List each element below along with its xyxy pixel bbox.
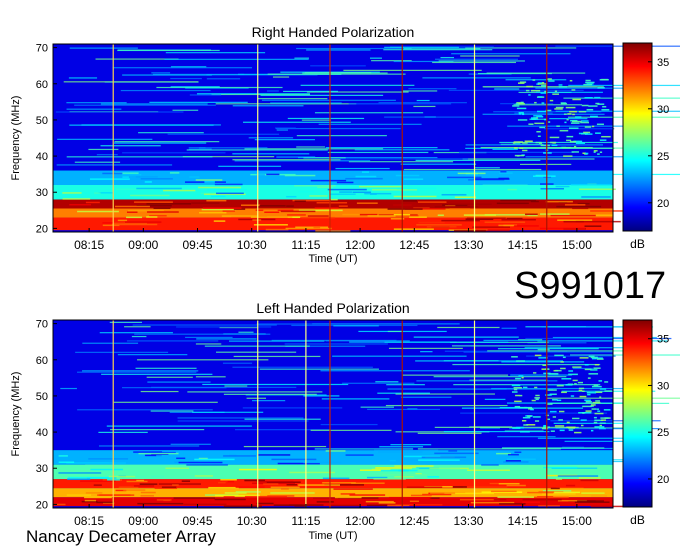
y-tick-label: 20 bbox=[36, 223, 48, 235]
colorbar: 20 25 30 35 dB bbox=[622, 42, 669, 251]
x-axis-label: Time (UT) bbox=[308, 530, 357, 542]
y-tick-label: 20 bbox=[36, 499, 48, 511]
y-tick-label: 40 bbox=[36, 151, 48, 163]
left-polarization-panel: Left Handed Polarization08:15 09:00 09:45 1… bbox=[10, 300, 680, 542]
colorbar-gradient bbox=[622, 42, 653, 232]
x-tick-label: 10:30 bbox=[237, 238, 267, 252]
colorbar-unit: dB bbox=[630, 237, 645, 251]
instrument-label: Nancay Decameter Array bbox=[26, 527, 216, 546]
emission-band bbox=[53, 185, 613, 200]
x-tick-label: 11:15 bbox=[291, 238, 320, 252]
colorbar-tick-label: 20 bbox=[657, 474, 669, 486]
y-axis-label: Frequency (MHz) bbox=[10, 96, 22, 181]
colorbar-tick-label: 25 bbox=[657, 427, 669, 439]
colorbar-unit: dB bbox=[630, 513, 645, 527]
x-tick-label: 08:15 bbox=[74, 238, 104, 252]
y-tick-label: 30 bbox=[36, 187, 48, 199]
x-tick-label: 13:30 bbox=[453, 238, 483, 252]
colorbar-tick-label: 30 bbox=[657, 104, 669, 116]
colorbar-tick-label: 25 bbox=[657, 151, 669, 163]
observation-id: S991017 bbox=[514, 265, 667, 307]
colorbar-gradient bbox=[622, 319, 653, 508]
y-tick-label: 50 bbox=[36, 391, 48, 403]
spectrogram-area bbox=[53, 44, 680, 232]
x-tick-label: 13:30 bbox=[453, 514, 483, 528]
spectrogram-area bbox=[53, 320, 680, 508]
right-polarization-panel: Right Handed Polarization 08:15 09:00 09:45… bbox=[10, 24, 680, 265]
colorbar-tick-label: 20 bbox=[657, 198, 669, 210]
y-tick-label: 40 bbox=[36, 427, 48, 439]
y-tick-label: 60 bbox=[36, 355, 48, 367]
x-tick-label: 09:00 bbox=[128, 238, 158, 252]
y-tick-label: 70 bbox=[36, 43, 48, 55]
colorbar: 20 25 30 35 dB bbox=[622, 319, 669, 527]
colorbar-tick-label: 35 bbox=[657, 334, 669, 346]
panel-title: Right Handed Polarization bbox=[252, 24, 415, 40]
x-tick-label: 10:30 bbox=[237, 514, 267, 528]
y-tick-label: 50 bbox=[36, 115, 48, 127]
x-tick-label: 15:00 bbox=[562, 238, 592, 252]
y-tick-label: 70 bbox=[36, 319, 48, 331]
y-tick-label: 30 bbox=[36, 463, 48, 475]
x-tick-label: 12:00 bbox=[345, 514, 375, 528]
x-tick-label: 11:15 bbox=[291, 514, 320, 528]
y-tick-label: 60 bbox=[36, 79, 48, 91]
colorbar-tick-label: 35 bbox=[657, 57, 669, 69]
x-tick-label: 15:00 bbox=[562, 514, 592, 528]
colorbar-tick-label: 30 bbox=[657, 380, 669, 392]
x-axis-label: Time (UT) bbox=[308, 253, 357, 265]
x-tick-label: 12:45 bbox=[399, 514, 429, 528]
x-tick-label: 09:45 bbox=[183, 238, 213, 252]
x-tick-label: 14:15 bbox=[508, 514, 538, 528]
x-tick-label: 14:15 bbox=[508, 238, 538, 252]
y-axis-label: Frequency (MHz) bbox=[10, 372, 22, 457]
panel-title: Left Handed Polarization bbox=[256, 300, 409, 316]
x-tick-label: 12:45 bbox=[399, 238, 429, 252]
x-tick-label: 12:00 bbox=[345, 238, 375, 252]
